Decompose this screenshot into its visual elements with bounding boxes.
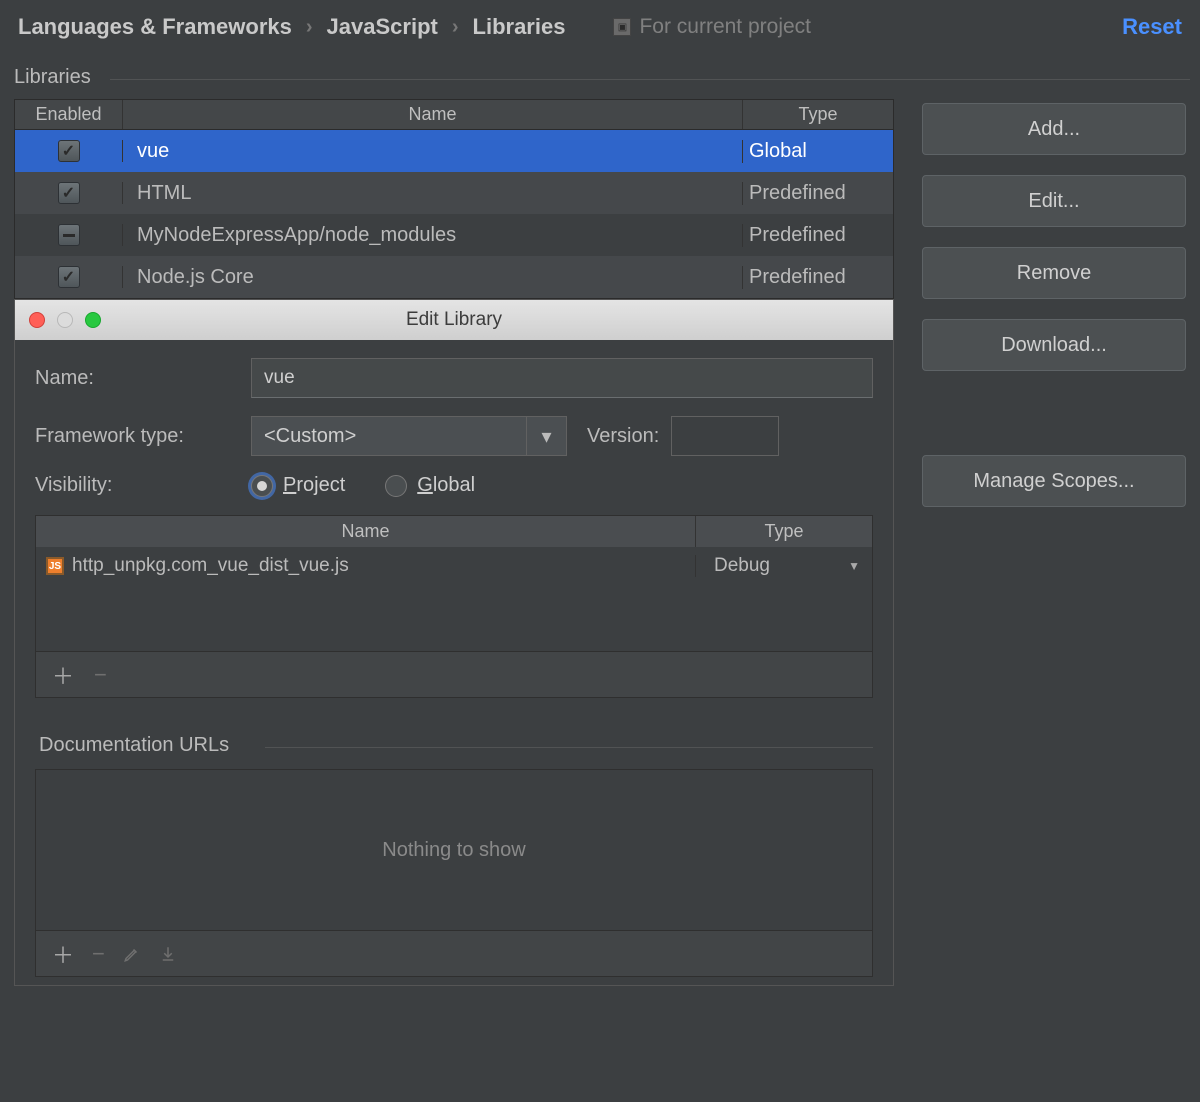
- scope-hint-text: For current project: [639, 15, 811, 39]
- edit-library-dialog: Edit Library Name: Framework type: <Cust…: [14, 299, 894, 986]
- add-button[interactable]: ＋: [52, 938, 74, 970]
- libraries-table: Enabled Name Type vue Global HTML Predef…: [14, 99, 894, 299]
- file-type-value: Debug: [714, 555, 770, 577]
- framework-type-combobox[interactable]: <Custom> ▾: [251, 416, 567, 456]
- name-field[interactable]: [251, 358, 873, 398]
- libraries-table-header: Enabled Name Type: [15, 100, 893, 130]
- table-row[interactable]: JS http_unpkg.com_vue_dist_vue.js Debug …: [36, 547, 872, 585]
- remove-button[interactable]: −: [92, 941, 105, 967]
- column-header-type[interactable]: Type: [696, 516, 872, 547]
- chevron-down-icon[interactable]: ▾: [526, 417, 566, 455]
- zoom-window-icon[interactable]: [85, 312, 101, 328]
- top-bar: Languages & Frameworks › JavaScript › Li…: [0, 0, 1200, 54]
- remove-button[interactable]: Remove: [922, 247, 1186, 299]
- chevron-right-icon: ›: [300, 16, 319, 39]
- download-icon[interactable]: [159, 945, 177, 963]
- column-header-enabled[interactable]: Enabled: [15, 100, 123, 129]
- scope-hint: ▣ For current project: [613, 15, 811, 39]
- radio-icon: [251, 475, 273, 497]
- row-type: Global: [743, 140, 893, 163]
- enabled-checkbox[interactable]: [58, 140, 80, 162]
- framework-type-value: <Custom>: [252, 425, 526, 448]
- table-row[interactable]: HTML Predefined: [15, 172, 893, 214]
- row-name: Node.js Core: [123, 266, 743, 289]
- file-type-dropdown[interactable]: Debug ▼: [696, 555, 872, 577]
- enabled-checkbox[interactable]: [58, 224, 80, 246]
- row-type: Predefined: [743, 224, 893, 247]
- file-name: http_unpkg.com_vue_dist_vue.js: [72, 555, 349, 577]
- manage-scopes-button[interactable]: Manage Scopes...: [922, 455, 1186, 507]
- section-title-documentation: Documentation URLs: [35, 722, 873, 763]
- javascript-file-icon: JS: [46, 557, 64, 575]
- download-button[interactable]: Download...: [922, 319, 1186, 371]
- side-buttons: Add... Edit... Remove Download... Manage…: [922, 99, 1186, 986]
- files-toolbar: ＋ −: [36, 651, 872, 697]
- visibility-project-radio[interactable]: Project: [251, 474, 345, 497]
- documentation-urls-box: Nothing to show ＋ −: [35, 769, 873, 977]
- row-name: MyNodeExpressApp/node_modules: [123, 224, 743, 247]
- visibility-global-radio[interactable]: Global: [385, 474, 475, 497]
- dialog-title: Edit Library: [406, 309, 502, 331]
- breadcrumb: Languages & Frameworks › JavaScript › Li…: [18, 14, 565, 40]
- breadcrumb-item-languages[interactable]: Languages & Frameworks: [18, 14, 292, 40]
- breadcrumb-item-javascript[interactable]: JavaScript: [327, 14, 438, 40]
- table-row[interactable]: vue Global: [15, 130, 893, 172]
- edit-icon[interactable]: [123, 945, 141, 963]
- project-scope-icon: ▣: [613, 18, 631, 36]
- table-row[interactable]: Node.js Core Predefined: [15, 256, 893, 298]
- table-row[interactable]: MyNodeExpressApp/node_modules Predefined: [15, 214, 893, 256]
- enabled-checkbox[interactable]: [58, 266, 80, 288]
- version-field[interactable]: [671, 416, 779, 456]
- minimize-window-icon: [57, 312, 73, 328]
- add-button[interactable]: ＋: [52, 659, 74, 691]
- name-label: Name:: [35, 367, 251, 390]
- column-header-type[interactable]: Type: [743, 100, 893, 129]
- visibility-label: Visibility:: [35, 474, 251, 497]
- docs-toolbar: ＋ −: [36, 930, 872, 976]
- empty-space: [36, 585, 872, 651]
- edit-button[interactable]: Edit...: [922, 175, 1186, 227]
- dialog-titlebar: Edit Library: [15, 300, 893, 340]
- add-button[interactable]: Add...: [922, 103, 1186, 155]
- library-files-table: Name Type JS http_unpkg.com_vue_dist_vue…: [35, 515, 873, 698]
- column-header-name[interactable]: Name: [123, 100, 743, 129]
- remove-button[interactable]: −: [94, 662, 107, 688]
- row-name: vue: [123, 140, 743, 163]
- row-type: Predefined: [743, 182, 893, 205]
- row-type: Predefined: [743, 266, 893, 289]
- version-label: Version:: [587, 425, 659, 448]
- close-window-icon[interactable]: [29, 312, 45, 328]
- framework-type-label: Framework type:: [35, 425, 251, 448]
- enabled-checkbox[interactable]: [58, 182, 80, 204]
- column-header-name[interactable]: Name: [36, 516, 696, 547]
- chevron-down-icon: ▼: [848, 559, 860, 573]
- chevron-right-icon: ›: [446, 16, 465, 39]
- breadcrumb-item-libraries[interactable]: Libraries: [473, 14, 566, 40]
- reset-link[interactable]: Reset: [1122, 14, 1182, 40]
- empty-placeholder: Nothing to show: [36, 770, 872, 930]
- row-name: HTML: [123, 182, 743, 205]
- radio-icon: [385, 475, 407, 497]
- section-title-libraries: Libraries: [10, 54, 1190, 95]
